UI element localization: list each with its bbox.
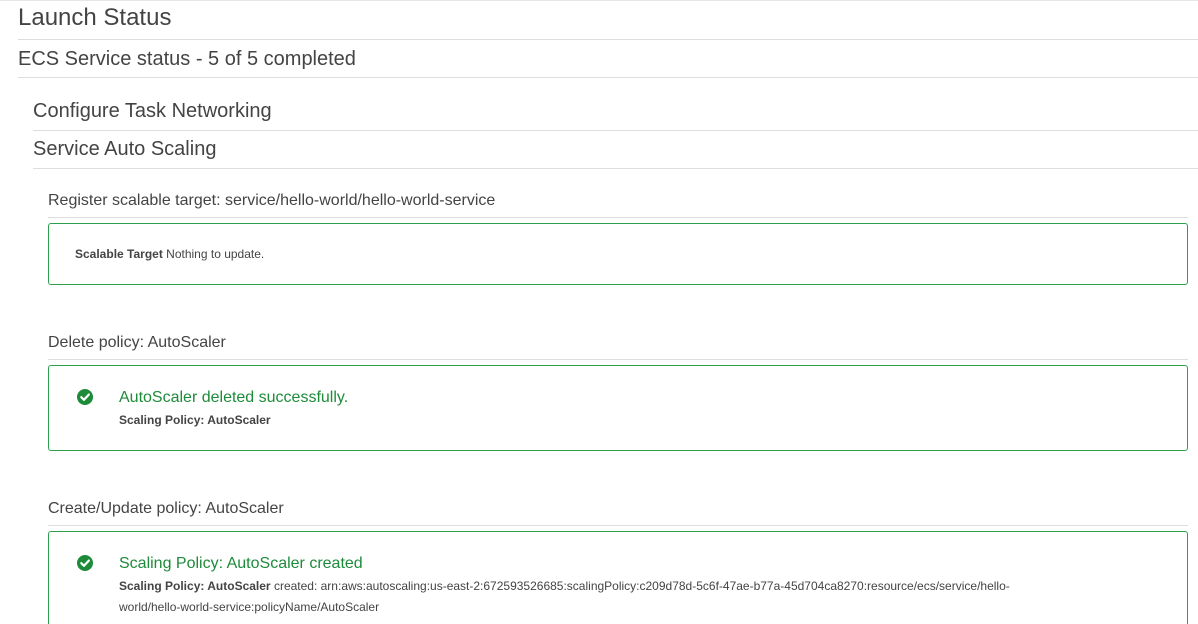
- page-title: Launch Status: [18, 4, 172, 31]
- delete-success-message: AutoScaler deleted successfully.: [119, 389, 349, 406]
- configure-task-networking-heading: Configure Task Networking: [33, 100, 272, 122]
- service-auto-scaling-heading: Service Auto Scaling: [33, 138, 217, 160]
- ecs-status-title: ECS Service status - 5 of 5 completed: [18, 48, 356, 70]
- subsection-divider-2: [33, 168, 1198, 169]
- register-scalable-target-title: Register scalable target: service/hello-…: [48, 192, 496, 209]
- scalable-target-box: Scalable Target Nothing to update.: [48, 223, 1188, 285]
- delete-policy-title: Delete policy: AutoScaler: [48, 334, 226, 351]
- create-policy-arn-part-2: world/hello-world-service:policyName/Aut…: [119, 600, 380, 614]
- subsection-divider-1: [33, 130, 1198, 131]
- scalable-target-message: Scalable Target Nothing to update.: [75, 246, 264, 262]
- scalable-target-label: Scalable Target: [75, 247, 163, 261]
- create-policy-detail-line-1: Scaling Policy: AutoScaler created: arn:…: [119, 576, 1179, 597]
- scalable-target-text: Nothing to update.: [166, 247, 265, 261]
- create-update-policy-title: Create/Update policy: AutoScaler: [48, 500, 284, 517]
- create-success-message: Scaling Policy: AutoScaler created: [119, 555, 363, 572]
- create-policy-box: Scaling Policy: AutoScaler created Scali…: [48, 531, 1188, 624]
- create-policy-detail-label: Scaling Policy: AutoScaler: [119, 579, 271, 593]
- check-circle-icon: [77, 555, 93, 571]
- create-policy-arn-part-1: created: arn:aws:autoscaling:us-east-2:6…: [270, 579, 1010, 593]
- section-divider: [18, 77, 1198, 78]
- title-divider: [18, 39, 1198, 40]
- step-divider-1: [48, 217, 1188, 218]
- delete-policy-detail: Scaling Policy: AutoScaler: [119, 413, 271, 427]
- delete-policy-box: AutoScaler deleted successfully. Scaling…: [48, 365, 1188, 451]
- top-divider: [0, 0, 1198, 1]
- check-circle-icon: [77, 389, 93, 405]
- step-divider-2: [48, 359, 1188, 360]
- step-divider-3: [48, 525, 1188, 526]
- launch-status-page: Launch Status ECS Service status - 5 of …: [0, 0, 1198, 624]
